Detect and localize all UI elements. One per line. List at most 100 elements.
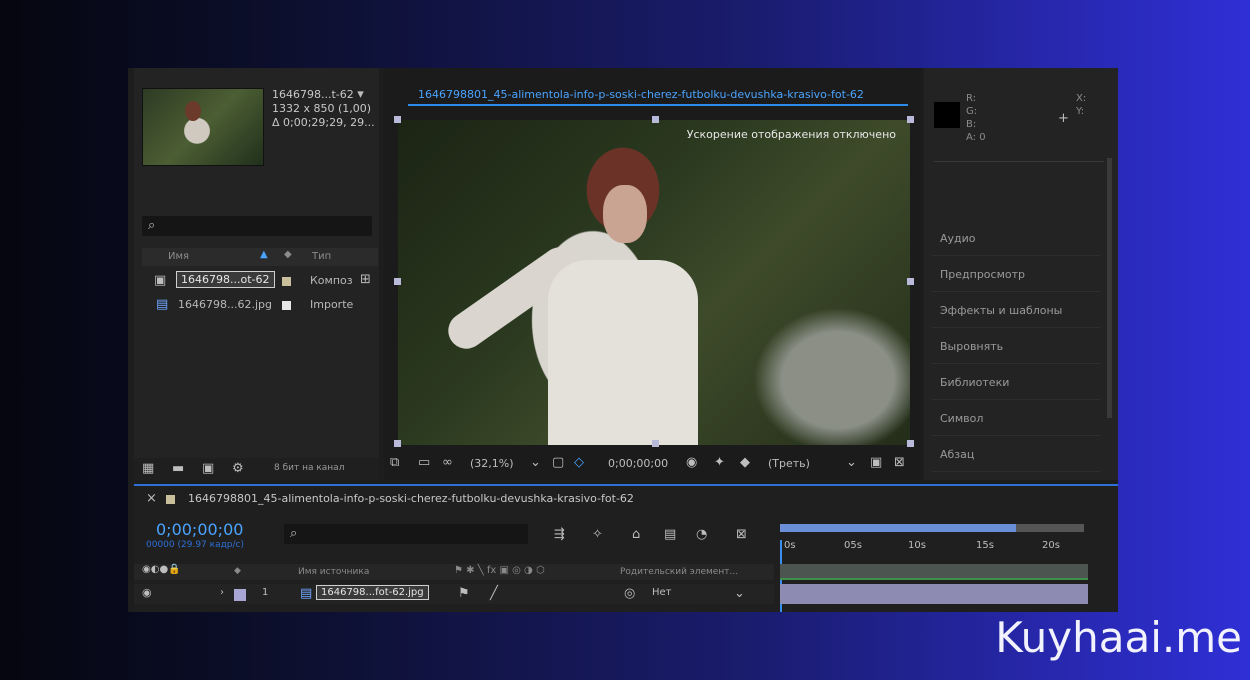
new-folder-icon[interactable]: ▬ <box>172 462 184 475</box>
project-item-image[interactable]: ▤ 1646798...62.jpg Importe <box>142 294 378 316</box>
label-tag-icon[interactable]: ◆ <box>234 566 241 576</box>
eye-icon[interactable]: ◉ <box>142 587 152 598</box>
info-y: Y: <box>1076 106 1085 117</box>
info-a: A: 0 <box>966 132 986 143</box>
viewer-timecode[interactable]: 0;00;00;00 <box>608 457 668 470</box>
timeline-search-input[interactable]: ⌕ <box>284 524 528 544</box>
close-icon[interactable]: × <box>146 492 157 505</box>
info-b: B: <box>966 119 977 130</box>
comp-track-bar[interactable] <box>780 564 1088 580</box>
layer-row[interactable]: ◉ › 1 ▤ 1646798...fot-62.jpg ⚑ ╱ ◎ Нет ⌄ <box>134 584 774 604</box>
image-file-icon: ▤ <box>156 297 169 312</box>
parent-select[interactable]: Нет <box>652 587 672 598</box>
project-item-name: 1646798...t-62 <box>272 88 354 101</box>
transform-handle[interactable] <box>907 278 914 285</box>
transparency-grid-icon[interactable]: ⊠ <box>894 456 905 469</box>
composition-tab[interactable]: 1646798801_45-alimentola-info-p-soski-ch… <box>408 86 908 106</box>
parent-column[interactable]: Родительский элемент... <box>620 567 738 577</box>
motion-blur-icon[interactable]: ◔ <box>696 528 707 541</box>
resolution-select[interactable]: (Треть) <box>768 457 810 470</box>
project-settings-icon[interactable]: ⚙ <box>232 462 244 475</box>
sort-arrow-icon[interactable]: ▲ <box>260 249 268 260</box>
label-color-swatch <box>282 277 291 286</box>
always-preview-icon[interactable]: ⧉ <box>390 456 399 469</box>
show-snapshot-icon[interactable]: ✦ <box>714 456 725 469</box>
dropdown-arrow-icon[interactable]: ▾ <box>357 88 364 101</box>
panel-character[interactable]: Символ <box>932 404 1100 436</box>
project-footer-bar: ▦ ▬ ▣ ⚙ 8 бит на канал <box>134 458 379 480</box>
project-search-input[interactable]: ⌕ <box>142 216 372 236</box>
composition-tab-title: 1646798801_45-alimentola-info-p-soski-ch… <box>418 88 864 101</box>
frame-blending-icon[interactable]: ▤ <box>664 528 676 541</box>
bit-depth[interactable]: 8 бит на канал <box>274 463 344 473</box>
ruler-tick: 15s <box>976 540 994 551</box>
transform-handle[interactable] <box>394 440 401 447</box>
search-icon: ⌕ <box>290 526 298 541</box>
mask-visibility-icon[interactable]: ◇ <box>574 456 584 469</box>
draft-3d-icon[interactable]: ✧ <box>592 528 603 541</box>
chevron-down-icon[interactable]: ⌄ <box>530 456 541 469</box>
transform-handle[interactable] <box>907 440 914 447</box>
transform-handle[interactable] <box>652 440 659 447</box>
time-ruler[interactable]: 0s 05s 10s 15s 20s <box>780 522 1090 612</box>
shy-icon[interactable]: ⚑ <box>458 587 470 600</box>
expand-arrow-icon[interactable]: › <box>220 587 224 598</box>
after-effects-window: 1646798...t-62 ▾ 1332 x 850 (1,00) Δ 0;0… <box>128 68 1118 612</box>
vr-goggles-icon[interactable]: ∞ <box>442 456 453 469</box>
composition-mini-flowchart-icon[interactable]: ⇶ <box>554 528 565 541</box>
ruler-tick: 20s <box>1042 540 1060 551</box>
switches-icon[interactable]: ⚑ ✱ ╲ fx ▣ ◎ ◑ ⬡ <box>454 565 545 576</box>
hide-shy-layers-icon[interactable]: ⌂ <box>632 528 640 541</box>
panel-paragraph[interactable]: Абзац <box>932 440 1100 472</box>
layer-name[interactable]: 1646798...fot-62.jpg <box>316 585 429 600</box>
composition-panel: 1646798801_45-alimentola-info-p-soski-ch… <box>384 68 922 480</box>
timeline-timecode[interactable]: 0;00;00;00 <box>156 520 243 539</box>
ruler-tick: 05s <box>844 540 862 551</box>
info-g: G: <box>966 106 978 117</box>
source-name-column[interactable]: Имя источника <box>298 567 369 577</box>
label-tag-icon[interactable]: ◆ <box>284 249 292 260</box>
transform-handle[interactable] <box>652 116 659 123</box>
transform-handle[interactable] <box>907 116 914 123</box>
timeline-comp-name[interactable]: 1646798801_45-alimentola-info-p-soski-ch… <box>188 492 634 505</box>
chevron-down-icon[interactable]: ⌄ <box>846 456 857 469</box>
project-item-type: Композ <box>310 274 353 287</box>
monitor-icon[interactable]: ▭ <box>418 456 430 469</box>
panel-audio[interactable]: Аудио <box>932 224 1100 256</box>
xy-values: X: Y: <box>1076 92 1086 118</box>
column-type[interactable]: Тип <box>312 251 331 262</box>
color-channels-icon[interactable]: ◆ <box>740 456 750 469</box>
viewer-overlay-text: Ускорение отображения отключено <box>686 128 896 141</box>
quality-icon[interactable]: ╱ <box>490 587 498 600</box>
graph-editor-icon[interactable]: ⊠ <box>736 528 747 541</box>
composition-viewer[interactable]: Ускорение отображения отключено <box>398 120 910 445</box>
interpret-footage-icon[interactable]: ▦ <box>142 462 154 475</box>
flowchart-icon[interactable]: ⊞ <box>360 273 371 286</box>
transform-handle[interactable] <box>394 278 401 285</box>
ruler-tick: 0s <box>784 540 796 551</box>
chevron-down-icon[interactable]: ⌄ <box>734 587 745 600</box>
layer-label-swatch[interactable] <box>234 589 246 601</box>
camera-snapshot-icon[interactable]: ◉ <box>686 456 697 469</box>
grid-guides-icon[interactable]: ▢ <box>552 456 564 469</box>
project-panel: 1646798...t-62 ▾ 1332 x 850 (1,00) Δ 0;0… <box>134 68 379 480</box>
panel-libraries[interactable]: Библиотеки <box>932 368 1100 400</box>
image-file-icon: ▤ <box>300 586 313 601</box>
project-item-composition[interactable]: ▣ 1646798...ot-62 Композ ⊞ <box>142 270 378 292</box>
new-composition-icon[interactable]: ▣ <box>202 462 214 475</box>
layer-number: 1 <box>262 587 269 598</box>
layer-duration-bar[interactable] <box>780 584 1088 604</box>
pick-whip-icon[interactable]: ◎ <box>624 587 635 600</box>
info-scrollbar[interactable] <box>1107 158 1112 418</box>
visibility-icon[interactable]: ◉◐●🔒 <box>142 565 181 575</box>
panel-align[interactable]: Выровнять <box>932 332 1100 364</box>
column-name[interactable]: Имя <box>168 251 189 262</box>
region-of-interest-icon[interactable]: ▣ <box>870 456 882 469</box>
work-area-range[interactable] <box>780 524 1016 532</box>
viewer-toolbar: ⧉ ▭ ∞ (32,1%) ⌄ ▢ ◇ 0;00;00;00 ◉ ✦ ◆ (Тр… <box>384 453 922 475</box>
panel-effects-presets[interactable]: Эффекты и шаблоны <box>932 296 1100 328</box>
zoom-select[interactable]: (32,1%) <box>470 457 514 470</box>
project-item-duration: Δ 0;00;29;29, 29... <box>272 116 375 129</box>
panel-preview[interactable]: Предпросмотр <box>932 260 1100 292</box>
transform-handle[interactable] <box>394 116 401 123</box>
